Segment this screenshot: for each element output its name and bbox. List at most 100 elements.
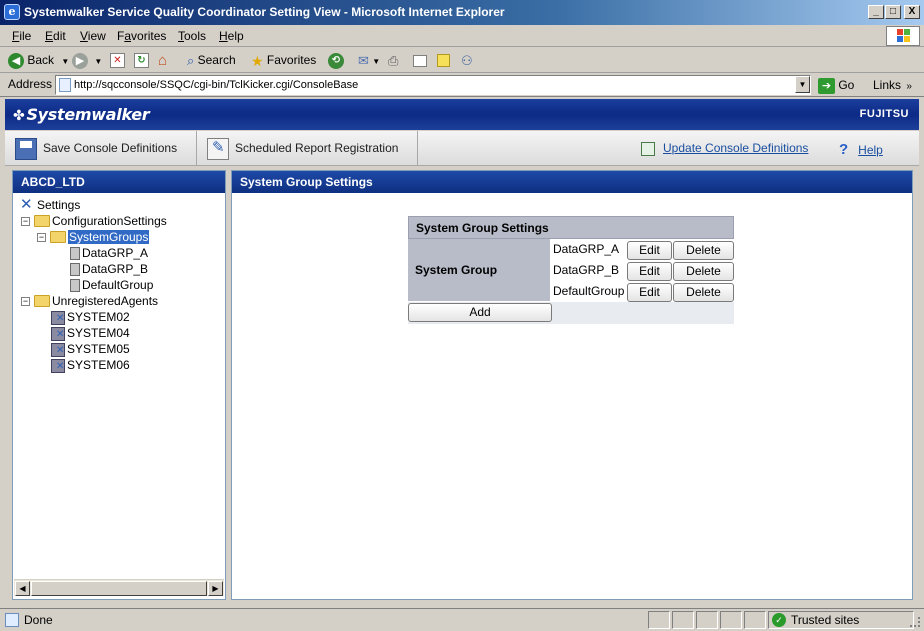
agent-icon — [51, 310, 65, 327]
favorites-label: Favorites — [266, 53, 317, 67]
menu-bar: File Edit View Favorites Tools Help — [0, 25, 924, 47]
edit-page-button[interactable] — [413, 51, 427, 69]
scroll-right-icon[interactable]: ▶ — [208, 581, 223, 596]
resize-grip-icon[interactable] — [910, 617, 920, 627]
tree-node-configuration-settings[interactable]: − ConfigurationSettings — [21, 213, 167, 229]
tree-node-group[interactable]: DataGRP_B — [67, 261, 148, 277]
collapse-icon[interactable]: − — [37, 233, 46, 243]
tree-label: UnregisteredAgents — [52, 294, 159, 308]
scheduled-report-registration-button[interactable]: Scheduled Report Registration — [197, 131, 418, 165]
windows-logo-icon — [886, 26, 920, 46]
table-title: System Group Settings — [408, 216, 734, 239]
tree-node-group[interactable]: DefaultGroup — [67, 277, 153, 293]
page-icon — [59, 78, 71, 92]
menu-view[interactable]: View — [80, 29, 106, 43]
address-label: Address — [8, 77, 53, 91]
note-icon — [437, 54, 450, 68]
forward-dropdown-icon[interactable]: ▼ — [94, 57, 102, 66]
trusted-check-icon: ✓ — [772, 613, 786, 627]
menu-tools[interactable]: Tools — [178, 29, 206, 43]
tree-label: DefaultGroup — [82, 278, 154, 292]
tree-node-group[interactable]: DataGRP_A — [67, 245, 148, 261]
close-button[interactable]: X — [904, 5, 920, 19]
status-cell — [720, 611, 742, 629]
tree-node-agent[interactable]: SYSTEM06 — [51, 357, 130, 375]
table-row: DataGRP_B Edit Delete — [552, 261, 734, 281]
system-group-label: System Group — [408, 239, 551, 301]
add-row: Add — [408, 302, 734, 324]
history-button[interactable]: ⟲ — [328, 51, 344, 69]
save-icon — [15, 137, 37, 160]
scroll-left-icon[interactable]: ◀ — [15, 581, 30, 596]
browser-toolbar: ◀ Back ▼ ▶ ▼ ✕ ↻ ⌂ ⌕ Search ★ Favorites … — [0, 47, 924, 73]
update-console-definitions-link[interactable]: Update Console Definitions — [641, 141, 808, 156]
tree-node-system-groups[interactable]: − SystemGroups — [37, 229, 150, 245]
tree-label: Settings — [37, 198, 81, 212]
page-status-icon — [5, 613, 19, 627]
help-link[interactable]: ? Help — [839, 141, 883, 158]
tree-node-settings[interactable]: Settings — [19, 197, 80, 213]
favorites-button[interactable]: ★ Favorites — [251, 51, 316, 69]
print-button[interactable]: ⎙ — [388, 51, 398, 69]
tools-icon — [19, 197, 35, 213]
tree-node-unregistered-agents[interactable]: − UnregisteredAgents — [21, 293, 158, 309]
minimize-button[interactable]: _ — [868, 5, 884, 19]
refresh-button[interactable]: ↻ — [134, 51, 149, 69]
home-icon: ⌂ — [158, 51, 168, 69]
forward-arrow-icon: ▶ — [72, 52, 88, 69]
tree-panel-title: ABCD_LTD — [13, 171, 225, 193]
messenger-icon: ⚇ — [461, 52, 473, 68]
menu-file[interactable]: File — [12, 29, 31, 43]
delete-button[interactable]: Delete — [673, 241, 734, 260]
status-cell — [672, 611, 694, 629]
mail-icon: ✉ — [358, 52, 369, 68]
edit-button[interactable]: Edit — [627, 283, 672, 302]
menu-edit[interactable]: Edit — [45, 29, 66, 43]
edit-button[interactable]: Edit — [627, 262, 672, 281]
search-button[interactable]: ⌕ Search — [187, 51, 236, 69]
address-bar: Address http://sqcconsole/SSQC/cgi-bin/T… — [0, 73, 924, 97]
back-dropdown-icon[interactable]: ▼ — [61, 57, 69, 66]
group-name: DataGRP_A — [553, 242, 620, 256]
forward-button[interactable]: ▶ ▼ — [72, 51, 102, 69]
help-icon: ? — [839, 141, 849, 158]
vendor-logo: FUJITSU — [859, 108, 909, 120]
messenger-button[interactable]: ⚇ — [461, 51, 473, 69]
collapse-icon[interactable]: − — [21, 297, 30, 307]
save-console-definitions-button[interactable]: Save Console Definitions — [5, 131, 197, 165]
tree-node-agent[interactable]: SYSTEM05 — [51, 341, 130, 359]
home-button[interactable]: ⌂ — [158, 51, 167, 69]
horizontal-scrollbar[interactable]: ◀ ▶ — [14, 579, 224, 596]
menu-favorites[interactable]: Favorites — [117, 29, 166, 43]
scroll-thumb[interactable] — [31, 581, 207, 596]
tree-node-agent[interactable]: SYSTEM02 — [51, 309, 130, 327]
delete-button[interactable]: Delete — [673, 283, 734, 302]
go-button[interactable]: ➔ Go — [818, 76, 854, 94]
back-label: Back — [27, 53, 55, 67]
maximize-button[interactable]: □ — [885, 5, 901, 19]
discuss-button[interactable] — [437, 51, 450, 69]
delete-button[interactable]: Delete — [673, 262, 734, 281]
table-row: DataGRP_A Edit Delete — [552, 240, 734, 260]
stop-button[interactable]: ✕ — [110, 51, 125, 69]
systemwalker-logo: ✤ Systemwalker — [13, 105, 150, 124]
address-input[interactable]: http://sqcconsole/SSQC/cgi-bin/TclKicker… — [55, 75, 811, 95]
collapse-icon[interactable]: − — [21, 217, 30, 227]
agent-icon — [51, 326, 65, 343]
server-icon — [70, 247, 80, 261]
back-button[interactable]: ◀ Back ▼ — [8, 51, 69, 69]
tree-node-agent[interactable]: SYSTEM04 — [51, 325, 130, 343]
links-button[interactable]: Links » — [873, 76, 912, 96]
menu-help[interactable]: Help — [219, 29, 244, 43]
add-button[interactable]: Add — [408, 303, 552, 322]
app-banner: ✤ Systemwalker FUJITSU — [5, 99, 919, 130]
status-cell — [744, 611, 766, 629]
address-dropdown-icon[interactable]: ▼ — [795, 76, 810, 93]
agent-icon — [51, 342, 65, 359]
function-bar: Save Console Definitions Scheduled Repor… — [5, 131, 919, 166]
mail-dropdown-icon[interactable]: ▼ — [372, 57, 380, 66]
mail-button[interactable]: ✉ ▼ — [358, 51, 380, 69]
links-label: Links — [873, 78, 902, 92]
edit-button[interactable]: Edit — [627, 241, 672, 260]
security-zone: ✓ Trusted sites — [768, 611, 914, 629]
